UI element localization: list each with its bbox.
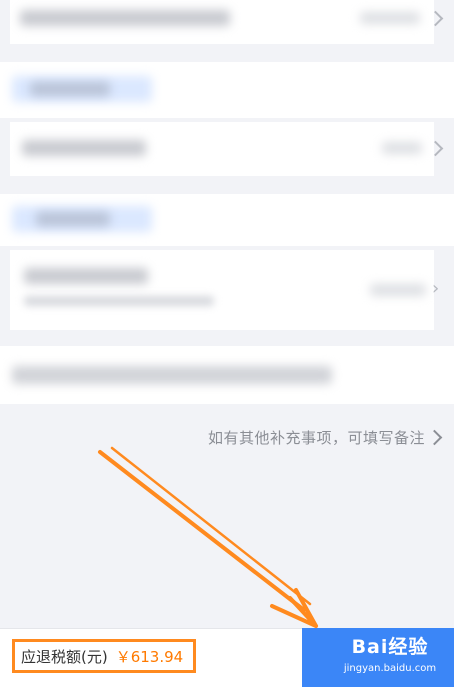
arrow-head	[270, 588, 318, 628]
blurred-text	[12, 366, 332, 384]
blurred-text	[20, 10, 230, 26]
form-row-1[interactable]	[10, 0, 434, 44]
section-header-1	[0, 62, 454, 118]
blurred-text	[30, 82, 110, 96]
refund-amount-box: 应退税额(元) ￥613.94	[12, 639, 196, 673]
refund-amount: ￥613.94	[115, 647, 184, 666]
form-row-3[interactable]	[10, 250, 434, 330]
remark-hint-text: 如有其他补充事项，可填写备注	[207, 428, 425, 447]
arrow-shaft	[98, 450, 306, 612]
section-header-2	[0, 194, 454, 246]
watermark-brand: Bai经验	[351, 636, 429, 658]
remark-link[interactable]: 如有其他补充事项，可填写备注	[160, 424, 446, 450]
blurred-text	[360, 12, 420, 24]
chevron-right-icon	[426, 429, 443, 445]
blurred-text	[24, 268, 148, 284]
form-row-2[interactable]	[10, 122, 434, 176]
agreement-row[interactable]	[0, 346, 454, 404]
blurred-text	[370, 284, 426, 296]
blurred-text	[36, 212, 110, 226]
blurred-text	[22, 140, 146, 156]
arrow-shaft	[110, 446, 312, 606]
refund-label: 应退税额(元)	[21, 647, 108, 666]
blurred-text	[24, 296, 214, 306]
baidu-watermark: Bai经验 jingyan.baidu.com	[328, 632, 452, 684]
blurred-text	[382, 142, 422, 154]
chevron-right-icon: ›	[432, 278, 440, 299]
watermark-url: jingyan.baidu.com	[343, 663, 437, 674]
